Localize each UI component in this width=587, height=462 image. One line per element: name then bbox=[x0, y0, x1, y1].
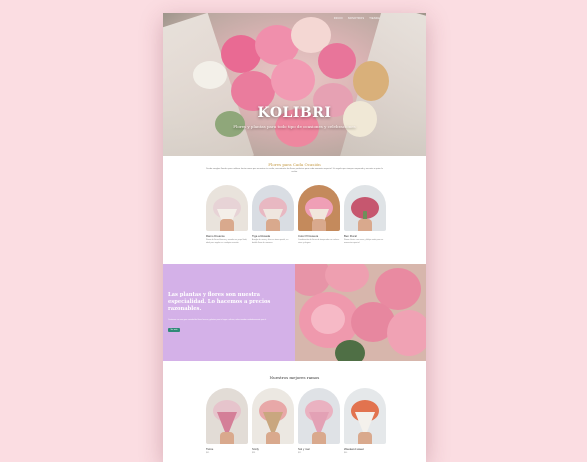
yellow-filler-flowers bbox=[353, 61, 389, 101]
website-page: INICIO NOSOTROS TIENDA KOLIBRI Flores y … bbox=[163, 13, 426, 462]
product-name: Weekend sweet bbox=[344, 447, 364, 451]
product-card[interactable]: Smily $38 bbox=[252, 388, 294, 454]
product-card[interactable]: Color Primavera Combinación de flores de… bbox=[298, 185, 340, 244]
nav-link-shop[interactable]: TIENDA bbox=[369, 17, 380, 20]
product-photo bbox=[298, 185, 340, 231]
product-name: Color Primavera bbox=[298, 234, 319, 238]
product-card[interactable]: Ramo Dreamie Ramo de flores blancas y ro… bbox=[206, 185, 248, 244]
product-photo bbox=[206, 185, 248, 231]
occasions-cards: Ramo Dreamie Ramo de flores blancas y ro… bbox=[206, 185, 386, 244]
white-flower bbox=[193, 61, 227, 89]
product-photo bbox=[344, 185, 386, 231]
best-sellers-title: Nuestros mejores ramos bbox=[269, 375, 320, 380]
product-photo bbox=[252, 185, 294, 231]
pink-rose bbox=[271, 59, 315, 101]
product-photo bbox=[344, 388, 386, 444]
product-card[interactable]: Ben Floral Ramo clásico con rosas y foll… bbox=[344, 185, 386, 244]
product-name: Smily bbox=[252, 447, 259, 451]
product-description: Ramo de flores blancas y rosadas en pape… bbox=[206, 239, 248, 244]
nav-link-home[interactable]: INICIO bbox=[334, 17, 343, 20]
product-description: Ramo clásico con rosas y follaje verde p… bbox=[344, 239, 384, 244]
best-sellers-cards: Twine $45 Smily $38 Sol y mar $52 Weeken… bbox=[206, 388, 386, 454]
occasions-text: Desde arreglos florales para celebrar ha… bbox=[206, 168, 383, 174]
product-name: Sol y mar bbox=[298, 447, 310, 451]
product-description: Arreglo de rosas y lirios en tonos paste… bbox=[252, 239, 289, 244]
top-nav: INICIO NOSOTROS TIENDA bbox=[334, 17, 380, 20]
product-photo bbox=[298, 388, 340, 444]
product-card[interactable]: Sol y mar $52 bbox=[298, 388, 340, 454]
product-price: $52 bbox=[298, 452, 302, 454]
promo-headline: Las plantas y flores son nuestra especia… bbox=[168, 292, 271, 313]
product-name: Twine bbox=[206, 447, 214, 451]
brand-title: KOLIBRI bbox=[257, 105, 332, 121]
promo-body: Contamos con una gran variedad de flores… bbox=[168, 319, 267, 321]
hero-banner: INICIO NOSOTROS TIENDA KOLIBRI Flores y … bbox=[163, 13, 426, 156]
product-name: Tiga a Rosada bbox=[252, 234, 271, 238]
product-description: Combinación de flores de temporada con c… bbox=[298, 239, 340, 244]
pink-rose bbox=[318, 43, 356, 79]
product-photo bbox=[252, 388, 294, 444]
hero-tagline: Flores y plantas para todo tipo de ocasi… bbox=[233, 124, 356, 129]
product-card[interactable]: Weekend sweet $40 bbox=[344, 388, 386, 454]
product-price: $38 bbox=[252, 452, 256, 454]
product-price: $40 bbox=[344, 452, 348, 454]
product-name: Ramo Dreamie bbox=[206, 234, 225, 238]
product-price: $45 bbox=[206, 452, 210, 454]
promo-button[interactable]: Ver más bbox=[168, 328, 180, 332]
product-photo bbox=[206, 388, 248, 444]
promo-section: Las plantas y flores son nuestra especia… bbox=[163, 264, 426, 361]
peony-photo bbox=[295, 264, 426, 361]
nav-link-about[interactable]: NOSOTROS bbox=[348, 17, 364, 20]
promo-panel: Las plantas y flores son nuestra especia… bbox=[163, 264, 295, 361]
product-card[interactable]: Tiga a Rosada Arreglo de rosas y lirios … bbox=[252, 185, 294, 244]
occasions-title: Flores para Cada Ocasión bbox=[268, 162, 321, 167]
product-name: Ben Floral bbox=[344, 234, 357, 238]
product-card[interactable]: Twine $45 bbox=[206, 388, 248, 454]
